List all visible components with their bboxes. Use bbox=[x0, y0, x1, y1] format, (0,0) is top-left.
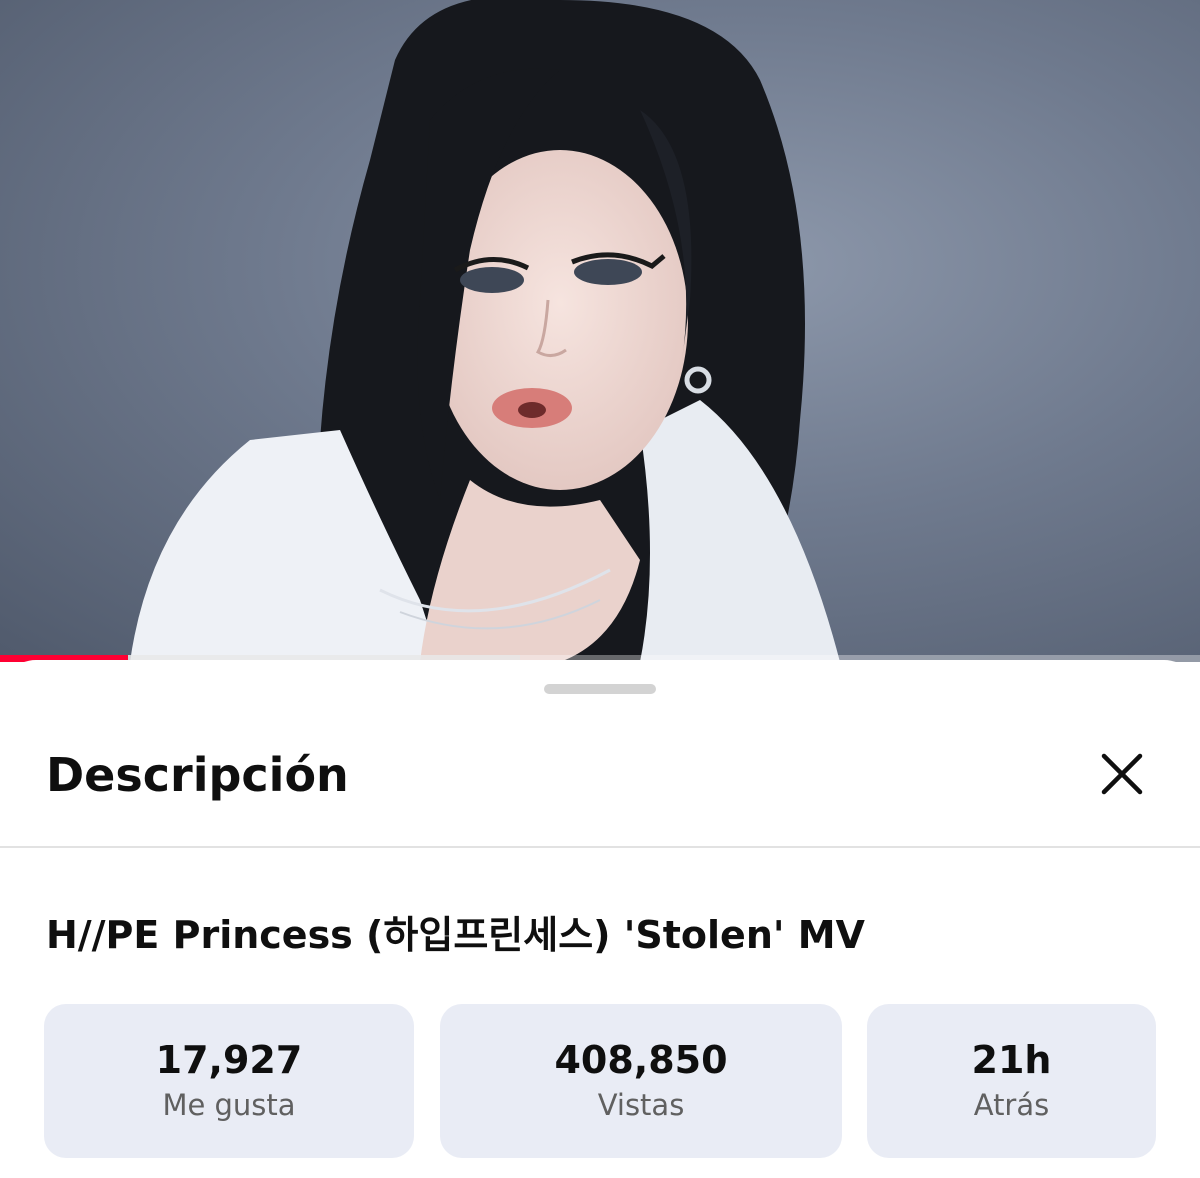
views-count: 408,850 bbox=[554, 1038, 728, 1082]
likes-count: 17,927 bbox=[155, 1038, 303, 1082]
age-stat: 21h Atrás bbox=[867, 1004, 1156, 1158]
video-title: H//PE Princess (하입프린세스) 'Stolen' MV bbox=[46, 913, 865, 957]
views-stat: 408,850 Vistas bbox=[440, 1004, 842, 1158]
drag-handle[interactable] bbox=[544, 684, 656, 694]
divider bbox=[0, 846, 1200, 848]
age-value: 21h bbox=[971, 1038, 1052, 1082]
video-frame-image bbox=[130, 0, 840, 662]
age-label: Atrás bbox=[973, 1088, 1050, 1122]
description-sheet: Descripción H//PE Princess (하입프린세스) 'Sto… bbox=[0, 660, 1200, 1178]
sheet-title: Descripción bbox=[46, 748, 349, 802]
likes-label: Me gusta bbox=[162, 1088, 296, 1122]
close-button[interactable] bbox=[1090, 742, 1154, 806]
likes-stat: 17,927 Me gusta bbox=[44, 1004, 414, 1158]
views-label: Vistas bbox=[597, 1088, 685, 1122]
video-player[interactable] bbox=[0, 0, 1200, 662]
close-icon bbox=[1101, 753, 1143, 795]
